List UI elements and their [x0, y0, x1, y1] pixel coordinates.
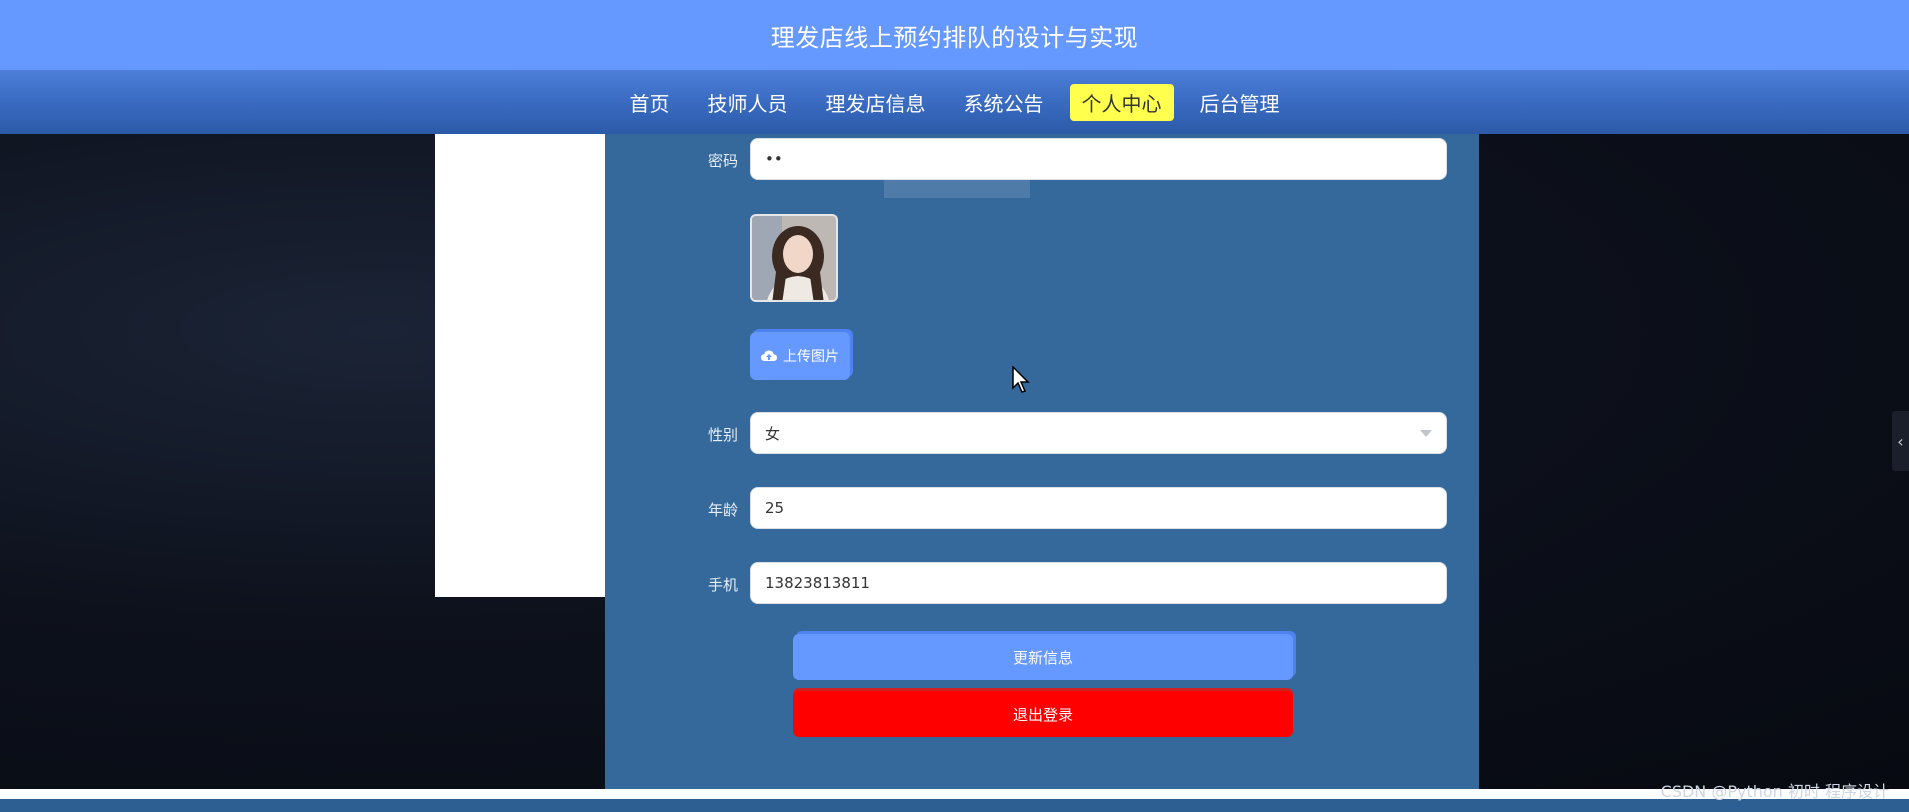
nav-item-personal-center[interactable]: 个人中心 [1069, 83, 1174, 121]
footer-bar [0, 799, 1909, 812]
side-menu-panel [435, 134, 606, 597]
upload-image-button[interactable]: 上传图片 [750, 332, 850, 380]
nav-item-announcements[interactable]: 系统公告 [952, 84, 1056, 121]
phone-label: 手机 [707, 576, 738, 594]
avatar-image [752, 216, 836, 300]
nav-item-home[interactable]: 首页 [618, 84, 682, 121]
cloud-upload-icon [761, 350, 777, 361]
gender-select[interactable]: 女 [750, 412, 1447, 454]
password-label: 密码 [707, 152, 738, 170]
chevron-left-icon: ‹ [1897, 431, 1904, 451]
chevron-down-icon [1420, 430, 1432, 437]
avatar-preview [750, 214, 838, 302]
gender-value: 女 [765, 424, 781, 443]
collapse-handle[interactable]: ‹ [1892, 411, 1909, 471]
nav-item-technicians[interactable]: 技师人员 [696, 84, 800, 121]
nav-item-admin[interactable]: 后台管理 [1188, 84, 1292, 121]
watermark-text: CSDN @Python 初时 程序设计 [1660, 782, 1889, 801]
site-title: 理发店线上预约排队的设计与实现 [770, 23, 1139, 52]
phone-field[interactable]: 13823813811 [750, 562, 1447, 604]
age-label: 年龄 [707, 501, 738, 519]
mouse-cursor-icon [1012, 366, 1030, 393]
nav-item-shop-info[interactable]: 理发店信息 [814, 84, 938, 121]
site-header: 理发店线上预约排队的设计与实现 [0, 0, 1909, 70]
profile-form: 密码 •• 上传图片 性别 女 年龄 25 手机 13823813811 更新信… [605, 134, 1479, 789]
logout-button[interactable]: 退出登录 [793, 691, 1293, 737]
age-field[interactable]: 25 [750, 487, 1447, 529]
upload-image-label: 上传图片 [783, 349, 839, 365]
footer-divider [0, 789, 1909, 799]
main-nav: 首页 技师人员 理发店信息 系统公告 个人中心 后台管理 [0, 70, 1909, 134]
password-field[interactable]: •• [750, 138, 1447, 180]
gender-label: 性别 [707, 426, 738, 444]
update-info-button[interactable]: 更新信息 [793, 634, 1293, 680]
